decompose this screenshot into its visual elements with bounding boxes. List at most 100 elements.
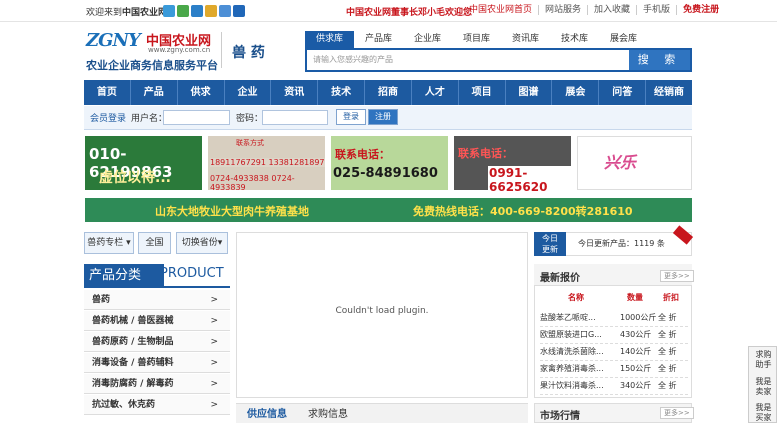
quote-row[interactable]: 欧盟原装进口G... 430公斤全 折 [540, 326, 688, 344]
category-item[interactable]: 兽药 > [84, 290, 230, 310]
quote-name: 家禽养殖消毒杀... [540, 364, 604, 373]
quote-discount: 全 折 [658, 313, 677, 322]
quote-row[interactable]: 家禽养殖消毒杀... 150公斤全 折 [540, 360, 688, 378]
announcement[interactable]: 中国农业网董事长邓小毛欢迎您 [346, 5, 472, 18]
share-icon[interactable] [219, 5, 231, 17]
ad-slot[interactable]: 兴乐 [577, 136, 692, 190]
float-buyer[interactable]: 我是 买家 [749, 403, 777, 423]
market-title: 市场行情 [540, 411, 580, 422]
plugin-message: Couldn't load plugin. [335, 306, 429, 316]
category-label: 兽药 [92, 295, 111, 305]
nav-item[interactable]: 问答 [598, 80, 645, 105]
ad-slot[interactable]: 联系电话： 0991-6625620 [454, 136, 571, 194]
ad-slot[interactable]: 联系方式 18911767291 13381281897 0724-493383… [208, 136, 325, 192]
quote-row[interactable]: 果汁饮料消毒杀... 340公斤全 折 [540, 377, 688, 395]
login-title: 会员登录 [90, 114, 127, 124]
favorite-link[interactable]: 加入收藏 [587, 5, 636, 15]
banner-right-text: 免费热线电话：400-669-8200转281610 [413, 205, 633, 218]
nav-item[interactable]: 产品 [129, 80, 177, 105]
password-field[interactable] [262, 110, 328, 125]
search-tab[interactable]: 资讯库 [501, 31, 550, 48]
quote-row[interactable]: 水线清洗杀菌除... 140公斤全 折 [540, 343, 688, 361]
float-buy-helper[interactable]: 求购 助手 [749, 350, 777, 370]
search-input[interactable]: 请输入您感兴趣的产品 [308, 51, 628, 69]
market-more-link[interactable]: 更多>> [660, 407, 694, 419]
today-badge: 今日 更新 [534, 232, 566, 256]
quote-name: 果汁饮料消毒杀... [540, 381, 604, 390]
arrow-icon: > [210, 379, 218, 389]
search-button[interactable]: 搜 索 [629, 50, 690, 70]
quote-discount: 全 折 [658, 330, 677, 339]
arrow-icon: > [210, 295, 218, 305]
share-icon[interactable] [177, 5, 189, 17]
nav-item[interactable]: 供求 [176, 80, 224, 105]
nav-item[interactable]: 首页 [84, 80, 130, 105]
float-seller[interactable]: 我是 卖家 [749, 377, 777, 397]
ad-slot[interactable]: 010-62199863 虚位以待... [85, 136, 202, 190]
share-icon[interactable] [163, 5, 175, 17]
nav-item[interactable]: 人才 [410, 80, 458, 105]
ad-phone: 0991-6625620 [488, 166, 571, 194]
category-label: 抗过敏、休克药 [92, 400, 156, 410]
search-tab[interactable]: 展会库 [599, 31, 648, 48]
nav-item[interactable]: 招商 [364, 80, 411, 105]
category-title: 产品分类 [84, 264, 164, 288]
quote-qty: 340公斤 [620, 381, 652, 390]
nav-item[interactable]: 展会 [551, 80, 598, 105]
quote-row[interactable]: 盐酸苯乙哌啶... 1000公斤全 折 [540, 309, 688, 327]
column-select[interactable]: 兽药专栏 ▾ [84, 232, 134, 254]
category-item[interactable]: 消毒设备 / 兽药辅料 > [84, 353, 230, 373]
password-label: 密码： [236, 114, 264, 124]
arrow-icon: > [210, 337, 218, 347]
quote-name: 盐酸苯乙哌啶... [540, 313, 596, 322]
login-button[interactable]: 登录 [336, 109, 366, 125]
section-title: 兽 药 [232, 45, 265, 61]
ad-label: 联系电话： [458, 147, 513, 160]
ad-slot[interactable]: 联系电话： 025-84891680 [331, 136, 448, 190]
search-tab[interactable]: 产品库 [354, 31, 403, 48]
share-icon[interactable] [191, 5, 203, 17]
mobile-link[interactable]: 手机版 [636, 5, 676, 15]
nav-item[interactable]: 经销商 [645, 80, 692, 105]
logo-url: www.zgny.com.cn [148, 46, 211, 54]
category-item[interactable]: 兽药原药 / 生物制品 > [84, 332, 230, 352]
quote-discount: 全 折 [658, 381, 677, 390]
main-nav: 首页 产品 供求 企业 资讯 技术 招商 人才 项目 图谱 展会 问答 经销商 [84, 80, 692, 105]
category-item[interactable]: 抗过敏、休克药 > [84, 395, 230, 415]
float-panel: 求购 助手 我是 卖家 我是 买家 [748, 346, 777, 423]
username-field[interactable] [163, 110, 230, 125]
nav-item[interactable]: 资讯 [270, 80, 317, 105]
quote-discount: 全 折 [658, 364, 677, 373]
share-icon[interactable] [233, 5, 245, 17]
category-item[interactable]: 消毒防腐药 / 解毒药 > [84, 374, 230, 394]
search-tabs: 供求库 产品库 企业库 项目库 资讯库 技术库 展会库 [305, 31, 648, 48]
switch-province-button[interactable]: 切换省份▾ [176, 232, 228, 254]
search-tab[interactable]: 项目库 [452, 31, 501, 48]
tab-purchase[interactable]: 求购信息 [308, 405, 348, 420]
search-tab[interactable]: 企业库 [403, 31, 452, 48]
home-link[interactable]: 中国农业网首页 [463, 5, 538, 15]
quotes-title: 最新报价 [540, 273, 580, 284]
logo-mark[interactable]: ZGNY [86, 30, 141, 51]
register-button[interactable]: 注册 [368, 109, 398, 125]
nav-item[interactable]: 项目 [457, 80, 505, 105]
arrow-icon: > [210, 400, 218, 410]
nav-item[interactable]: 图谱 [504, 80, 552, 105]
share-icon[interactable] [205, 5, 217, 17]
quotes-more-link[interactable]: 更多>> [660, 270, 694, 282]
category-label: 消毒设备 / 兽药辅料 [92, 358, 174, 368]
today-badge-bottom: 更新 [542, 245, 558, 254]
category-item[interactable]: 兽药机械 / 兽医器械 > [84, 311, 230, 331]
tab-supply[interactable]: 供应信息 [247, 405, 287, 420]
ad-label: 联系电话： [335, 148, 390, 161]
nav-item[interactable]: 技术 [317, 80, 364, 105]
search-tab[interactable]: 技术库 [550, 31, 599, 48]
search-tab[interactable]: 供求库 [305, 31, 354, 48]
banner-ad[interactable]: 山东大地牧业大型肉牛养殖基地 免费热线电话：400-669-8200转28161… [85, 198, 692, 222]
category-label: 兽药原药 / 生物制品 [92, 337, 174, 347]
register-link[interactable]: 免费注册 [676, 5, 725, 15]
nav-item[interactable]: 企业 [223, 80, 271, 105]
region-button[interactable]: 全国 [138, 232, 171, 254]
ad-phone: 0724-4933838 0724-4933839 [210, 174, 295, 192]
service-link[interactable]: 网站服务 [538, 5, 587, 15]
